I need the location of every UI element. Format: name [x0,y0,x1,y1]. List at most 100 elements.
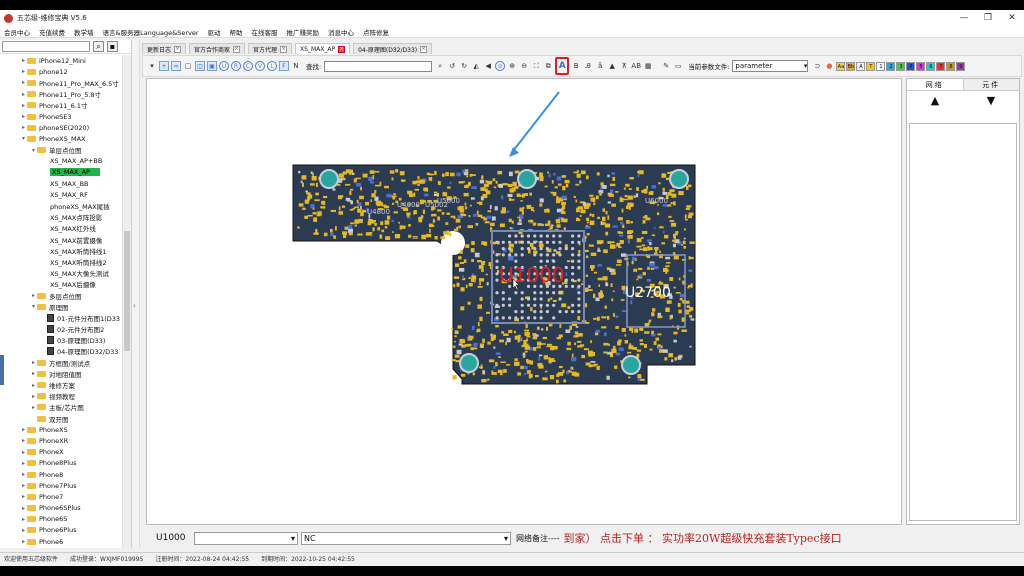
r-filter-icon[interactable]: R [231,61,241,71]
tree-node[interactable]: XS_MAX大像头测试 [0,268,122,279]
rotate-left-icon[interactable]: ↺ [447,61,457,71]
expand-toggle-icon[interactable]: ▸ [20,505,27,512]
scrollbar-thumb[interactable] [124,231,130,351]
tree-node[interactable]: XS_MAX_AP+BB [0,156,122,167]
close-tab-icon[interactable]: × [420,45,428,53]
component-icon[interactable]: ▣ [207,61,217,71]
v-filter-icon[interactable]: V [255,61,265,71]
expand-toggle-icon[interactable]: ▸ [20,449,27,456]
expand-toggle-icon[interactable]: ▸ [30,404,37,411]
tree-node[interactable]: ▾ 单层点位图 [0,145,122,156]
expand-toggle-icon[interactable]: ▸ [20,102,27,109]
bold-text-icon[interactable]: B [571,61,581,71]
menu-item[interactable]: 点阵修复 [363,27,389,37]
edit-icon[interactable]: ✎ [661,61,671,71]
tree-node[interactable]: ▸ Phone7Plus [0,480,122,491]
window-icon[interactable]: ⧉ [543,61,553,71]
tree-node[interactable]: XS_MAX_BB [0,178,122,189]
color-swatch[interactable]: 6 [926,61,936,71]
ad-marquee[interactable]: 到家） 点击下单 ： 实功率20W超级快充套装Typec接口 [564,530,1004,546]
ab-icon[interactable]: AB [631,61,641,71]
expand-toggle-icon[interactable]: ▸ [20,113,27,120]
expand-toggle-icon[interactable]: ▸ [20,538,27,545]
close-tab-icon[interactable]: × [280,45,288,53]
signal-icon[interactable]: ⊼ [619,61,629,71]
toggle-icon[interactable]: ⊃ [812,61,822,71]
close-tab-icon[interactable]: × [233,45,241,53]
tree-node[interactable]: XS_MAX前置摄像 [0,234,122,245]
component-label[interactable]: U6000 [645,197,668,205]
tree-node[interactable]: ▸ iPhone12_Mini [0,55,122,66]
tree-node[interactable]: ▸ Phone6 [0,536,122,547]
tree-node[interactable]: XS_MAX红外线 [0,223,122,234]
tree-node[interactable]: ▸ phoneSE(2020) [0,122,122,133]
doc-tab[interactable]: 官方代理 × [248,43,293,54]
expand-toggle-icon[interactable]: ▸ [20,79,27,86]
color-swatch[interactable]: 1 [876,61,886,71]
text-flip-icon[interactable]: ǡ [595,61,605,71]
show-text-highlighted-button[interactable]: A [555,57,570,75]
collapse-icon[interactable]: ▪ [107,41,118,52]
find-input[interactable] [324,60,433,72]
component-label[interactable]: U5002 [425,201,448,209]
search-icon[interactable]: ⌕ [435,61,445,71]
menu-item[interactable]: 消息中心 [328,27,354,37]
expand-toggle-icon[interactable]: ▸ [20,437,27,444]
tree-scrollbar[interactable] [122,55,131,548]
color-swatch[interactable]: T [866,61,876,71]
tree-node[interactable]: ▸ 对地阻值图 [0,368,122,379]
tree-node[interactable]: ▸ 维修方案 [0,379,122,391]
tree-node[interactable]: phoneXS_MAX尾插 [0,200,122,211]
menu-item[interactable]: 会员中心 [4,27,30,37]
net-combo[interactable]: NC ▾ [301,531,511,545]
menu-item[interactable]: 教学墙 [74,27,94,37]
param-file-select[interactable]: parameter ▾ [732,60,809,72]
fit-icon[interactable]: ⛶ [531,61,541,71]
menu-item[interactable]: 充值续费 [39,27,65,37]
doc-tab[interactable]: 04-原理图(D32/D33) × [353,43,433,54]
pin-icon[interactable]: ▾ [147,61,157,71]
tree-node[interactable]: ▸ Phone8 [0,469,122,480]
minimize-button[interactable]: — [952,10,976,26]
rotate-right-icon[interactable]: ↻ [459,61,469,71]
menu-item[interactable]: 语言&服务器Language&Server [103,27,199,37]
tree-node[interactable]: ▸ phone12 [0,66,122,77]
color-swatch[interactable]: 9 [956,61,966,71]
tree-node[interactable]: 02-元件分布图2 [0,324,122,335]
zoom-in-icon[interactable]: ⊕ [507,61,517,71]
palette-icon[interactable]: ● [824,61,834,71]
tree-node[interactable]: 04-原理图(D32/D33 [0,346,122,357]
expand-toggle-icon[interactable]: ▸ [30,393,37,400]
flip-icon[interactable]: ◭ [471,61,481,71]
tower-icon[interactable]: ▲ [607,61,617,71]
tab-component[interactable]: 元件 [963,79,1019,90]
pcb-board[interactable]: U1000U2700U5000U5002U4000 U6000U4800 [147,79,903,526]
tree-node[interactable]: XS_MAX后摄像 [0,279,122,290]
expand-toggle-icon[interactable]: ▸ [20,493,27,500]
tree-node[interactable]: ▸ PhoneX [0,447,122,458]
expand-toggle-icon[interactable]: ▸ [30,382,37,389]
close-tab-icon[interactable]: × [338,45,346,53]
tree-node[interactable]: XS_MAX听筒排线2 [0,256,122,267]
lines-icon[interactable]: ≈ [171,61,181,71]
component-combo[interactable]: ▾ [194,531,298,545]
tree-node[interactable]: ▸ PhoneXS [0,424,122,435]
tree-node[interactable]: 03-原理图(D33) [0,335,122,346]
tree-node[interactable]: XS_MAX_RF [0,189,122,200]
expand-toggle-icon[interactable]: ▾ [20,135,27,142]
tree-node[interactable]: ▸ Phone6S [0,514,122,525]
expand-toggle-icon[interactable]: ▸ [30,292,37,299]
collapse-panel-icon[interactable]: ‹ [133,302,136,310]
component-label[interactable]: U2700 [625,285,671,301]
expand-toggle-icon[interactable]: ▸ [20,68,27,75]
crosshair-icon[interactable]: + [159,61,169,71]
search-icon[interactable]: ⌕ [93,41,104,52]
doc-tab[interactable]: XS_MAX_AP × [295,43,351,54]
panel-splitter[interactable]: ‹ [132,40,140,548]
tree-node[interactable]: ▸ Phone6Plus [0,525,122,536]
move-down-button[interactable]: ▼ [987,94,995,107]
expand-toggle-icon[interactable]: ▸ [20,482,27,489]
tree-node[interactable]: ▸ 主板/芯片图 [0,402,122,413]
tree-node[interactable]: ▸ Phone8Plus [0,458,122,469]
tree-node[interactable]: ▸ 视频教程 [0,391,122,402]
